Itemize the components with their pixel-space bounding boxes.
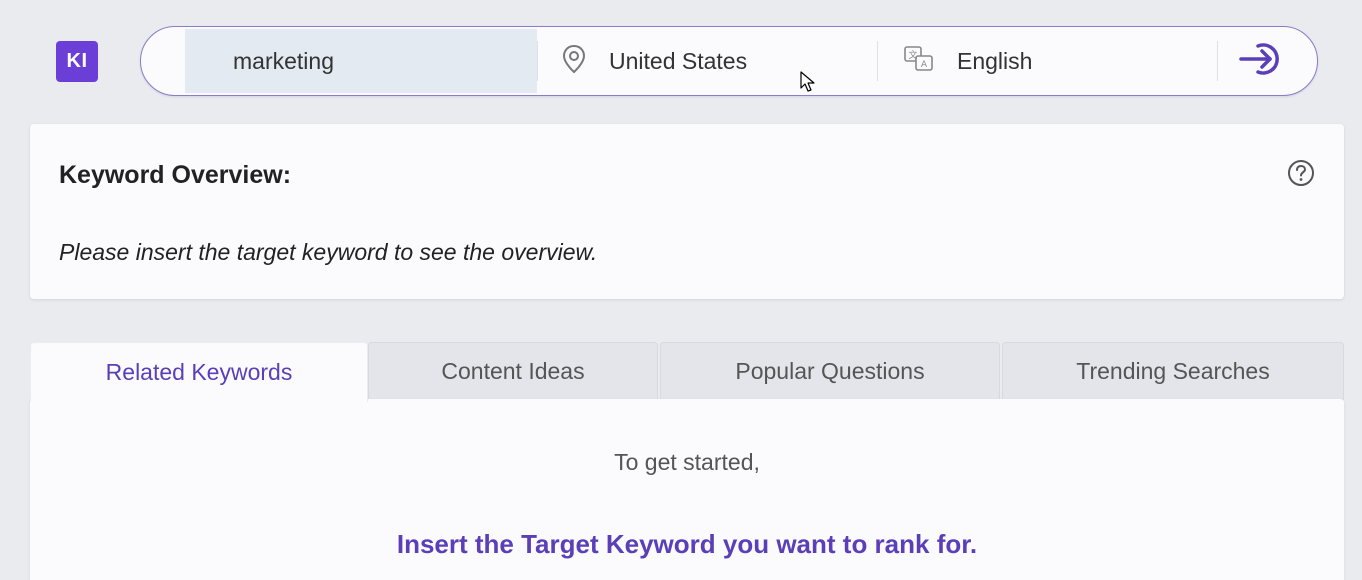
search-bar: United States 文 A English xyxy=(140,26,1318,96)
divider xyxy=(877,41,878,81)
results-tabs: Related Keywords Content Ideas Popular Q… xyxy=(30,342,1344,402)
page: KI United States 文 A xyxy=(0,0,1362,580)
location-label: United States xyxy=(609,47,748,74)
tab-content-ideas[interactable]: Content Ideas xyxy=(368,342,658,400)
mouse-cursor-icon xyxy=(800,71,816,98)
panel-cta-text: Insert the Target Keyword you want to ra… xyxy=(396,529,978,559)
tab-popular-questions[interactable]: Popular Questions xyxy=(660,342,1000,400)
overview-message: Please insert the target keyword to see … xyxy=(59,239,598,265)
question-circle-icon[interactable] xyxy=(1287,159,1315,187)
divider xyxy=(1217,41,1218,81)
map-pin-icon xyxy=(561,44,587,79)
keyword-segment[interactable] xyxy=(185,29,537,93)
arrow-login-icon xyxy=(1238,40,1284,83)
tab-related-keywords[interactable]: Related Keywords xyxy=(30,342,368,402)
results-panel: To get started, Insert the Target Keywor… xyxy=(30,399,1344,580)
submit-search-button[interactable] xyxy=(1233,39,1289,83)
keyword-overview-card: Keyword Overview: Please insert the targ… xyxy=(30,124,1344,299)
translate-icon: 文 A xyxy=(903,44,935,79)
tab-trending-searches[interactable]: Trending Searches xyxy=(1002,342,1344,400)
language-label: English xyxy=(957,47,1033,74)
logo-text: KI xyxy=(66,50,88,72)
keyword-input[interactable] xyxy=(233,47,523,75)
panel-intro-text: To get started, xyxy=(614,449,760,475)
location-selector[interactable]: United States xyxy=(561,27,747,95)
language-selector[interactable]: 文 A English xyxy=(903,27,1032,95)
overview-title: Keyword Overview: xyxy=(59,161,292,189)
svg-text:A: A xyxy=(921,60,928,70)
svg-text:文: 文 xyxy=(908,49,917,61)
app-logo[interactable]: KI xyxy=(56,41,98,82)
divider xyxy=(537,41,538,81)
